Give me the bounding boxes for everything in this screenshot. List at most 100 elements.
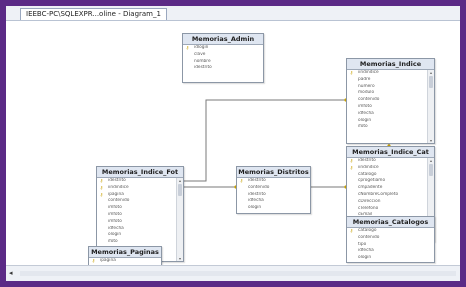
column-row[interactable]: ifoto bbox=[97, 239, 176, 246]
scroll-up-icon[interactable]: ▴ bbox=[428, 158, 434, 163]
table-title[interactable]: Memorias_Indice_Cat bbox=[347, 147, 434, 158]
column-name: ifoto bbox=[358, 124, 368, 130]
column-row[interactable]: ⚷ idestrito bbox=[237, 178, 310, 185]
table-catalogos[interactable]: Memorias_Catalogos ⚷ catalogo contenido tipo… bbox=[346, 216, 435, 263]
column-row[interactable]: idfecha bbox=[97, 226, 176, 233]
column-row[interactable]: contenido bbox=[347, 235, 434, 242]
column-row[interactable]: idfecha bbox=[347, 111, 427, 118]
column-row[interactable]: imfoto bbox=[97, 219, 176, 226]
scroll-thumb[interactable] bbox=[178, 184, 182, 196]
column-row[interactable]: cTelefono bbox=[347, 206, 427, 213]
column-list: ⚷ catalogo contenido tipo idfecha ologin bbox=[347, 228, 434, 262]
arrow-left-icon[interactable]: ◂ bbox=[9, 269, 13, 277]
column-name: ologin bbox=[108, 232, 122, 238]
column-name: ipagina bbox=[100, 258, 116, 263]
tab-diagram[interactable]: IEEBC-PC\SQLEXPR...oline - Diagram_1 bbox=[20, 8, 167, 20]
column-row[interactable]: cNombreCompleto bbox=[347, 192, 427, 199]
scroll-thumb[interactable] bbox=[429, 164, 433, 176]
column-row[interactable]: modulo bbox=[347, 90, 427, 97]
column-name: iindindice bbox=[358, 164, 379, 170]
column-row[interactable]: padre bbox=[347, 77, 427, 84]
scroll-thumb[interactable] bbox=[429, 76, 433, 88]
column-name: imfoto bbox=[108, 205, 122, 211]
column-name: iindindice bbox=[108, 184, 129, 190]
table-indice[interactable]: Memorias_Indice ⚷ iindindice padre numero mod… bbox=[346, 58, 435, 144]
column-name: numero bbox=[358, 83, 375, 89]
column-name: contenido bbox=[358, 97, 380, 103]
table-distritos[interactable]: Memorias_Distritos ⚷ idestrito contenido ide… bbox=[236, 166, 311, 214]
scroll-down-icon[interactable]: ▾ bbox=[428, 138, 434, 143]
scroll-up-icon[interactable]: ▴ bbox=[177, 178, 183, 183]
column-name: catalogo bbox=[358, 228, 377, 233]
table-title[interactable]: Memorias_Catalogos bbox=[347, 217, 434, 228]
column-row[interactable]: ⚷ idlogin bbox=[183, 45, 263, 52]
column-row[interactable]: tipo bbox=[347, 242, 434, 249]
column-name: idfecha bbox=[358, 248, 374, 254]
column-row[interactable]: ⚷ idestrito bbox=[97, 178, 176, 185]
column-row[interactable]: cDireccion bbox=[347, 199, 427, 206]
table-scrollbar[interactable]: ▴▾ bbox=[427, 70, 434, 143]
column-row[interactable]: nombre bbox=[183, 59, 263, 66]
tab-bar: IEEBC-PC\SQLEXPR...oline - Diagram_1 bbox=[6, 6, 460, 21]
scroll-up-icon[interactable]: ▴ bbox=[428, 70, 434, 75]
table-title[interactable]: Memorias_Paginas bbox=[89, 247, 161, 258]
column-row[interactable]: cprogetiamo bbox=[347, 178, 427, 185]
column-name: idlogin bbox=[194, 45, 209, 50]
column-row[interactable]: ⚷ ipagina bbox=[89, 258, 161, 265]
column-row[interactable]: imfoto bbox=[347, 104, 427, 111]
column-row[interactable]: imfoto bbox=[97, 212, 176, 219]
key-icon: ⚷ bbox=[240, 178, 243, 183]
scroll-down-icon[interactable]: ▾ bbox=[177, 256, 183, 261]
column-name: idestrito bbox=[194, 65, 212, 71]
column-name: imfoto bbox=[358, 103, 372, 109]
table-paginas[interactable]: Memorias_Paginas⚷ipaginacontenidoidfecha… bbox=[88, 246, 162, 281]
column-row[interactable]: clave bbox=[183, 52, 263, 59]
column-row[interactable]: ⚷ idestrito bbox=[347, 158, 427, 165]
column-name: ologin bbox=[248, 205, 262, 211]
table-scrollbar[interactable]: ▴▾ bbox=[176, 178, 183, 261]
column-name: iindindice bbox=[358, 70, 379, 75]
column-row[interactable]: idfecha bbox=[347, 248, 434, 255]
column-row[interactable]: ⚷ catalogo bbox=[347, 228, 434, 235]
diagram-canvas[interactable]: Memorias_Admin ⚷ idlogin clave nombre idestri… bbox=[6, 21, 460, 281]
scrollbar-track[interactable] bbox=[20, 271, 456, 276]
table-admin[interactable]: Memorias_Admin ⚷ idlogin clave nombre idestri… bbox=[182, 33, 264, 83]
column-row[interactable]: catalogo bbox=[347, 172, 427, 179]
column-name: ologin bbox=[358, 117, 372, 123]
column-name: idestrito bbox=[358, 158, 376, 163]
column-row[interactable]: ologin bbox=[347, 255, 434, 262]
key-icon: ⚷ bbox=[350, 164, 353, 170]
column-name: modulo bbox=[358, 90, 375, 96]
column-name: idestrito bbox=[108, 178, 126, 183]
horizontal-scrollbar[interactable]: ◂ bbox=[6, 265, 460, 281]
column-row[interactable]: contenido bbox=[97, 198, 176, 205]
column-row[interactable]: ologin bbox=[97, 232, 176, 239]
column-name: nombre bbox=[194, 58, 211, 64]
table-title[interactable]: Memorias_Distritos bbox=[237, 167, 310, 178]
column-row[interactable]: contenido bbox=[237, 185, 310, 192]
column-row[interactable]: idfecha bbox=[237, 198, 310, 205]
column-row[interactable]: ⚷ iindindice bbox=[347, 165, 427, 172]
key-icon: ⚷ bbox=[350, 70, 353, 75]
column-row[interactable]: idestrito bbox=[183, 65, 263, 72]
table-title[interactable]: Memorias_Indice_Fot bbox=[97, 167, 183, 178]
key-icon: ⚷ bbox=[350, 158, 353, 163]
column-row[interactable]: ologin bbox=[237, 205, 310, 212]
column-row[interactable]: contenido bbox=[347, 97, 427, 104]
table-title[interactable]: Memorias_Admin bbox=[183, 34, 263, 45]
column-row[interactable]: ⚷ iindindice bbox=[347, 70, 427, 77]
column-row[interactable]: ⚷ iindindice bbox=[97, 185, 176, 192]
column-row[interactable]: ⚷ ipagina bbox=[97, 192, 176, 199]
key-icon: ⚷ bbox=[350, 228, 353, 233]
table-title[interactable]: Memorias_Indice bbox=[347, 59, 434, 70]
column-row[interactable]: numero bbox=[347, 84, 427, 91]
column-row[interactable]: ifoto bbox=[347, 124, 427, 131]
column-name: catalogo bbox=[358, 171, 377, 177]
column-name: cNombreCompleto bbox=[358, 191, 399, 197]
column-row[interactable]: ologin bbox=[347, 118, 427, 125]
column-name: contenido bbox=[358, 234, 380, 240]
column-row[interactable]: cmpadente bbox=[347, 185, 427, 192]
column-row[interactable]: imfoto bbox=[97, 205, 176, 212]
column-name: contenido bbox=[248, 184, 270, 190]
column-row[interactable]: idestrito bbox=[237, 192, 310, 199]
